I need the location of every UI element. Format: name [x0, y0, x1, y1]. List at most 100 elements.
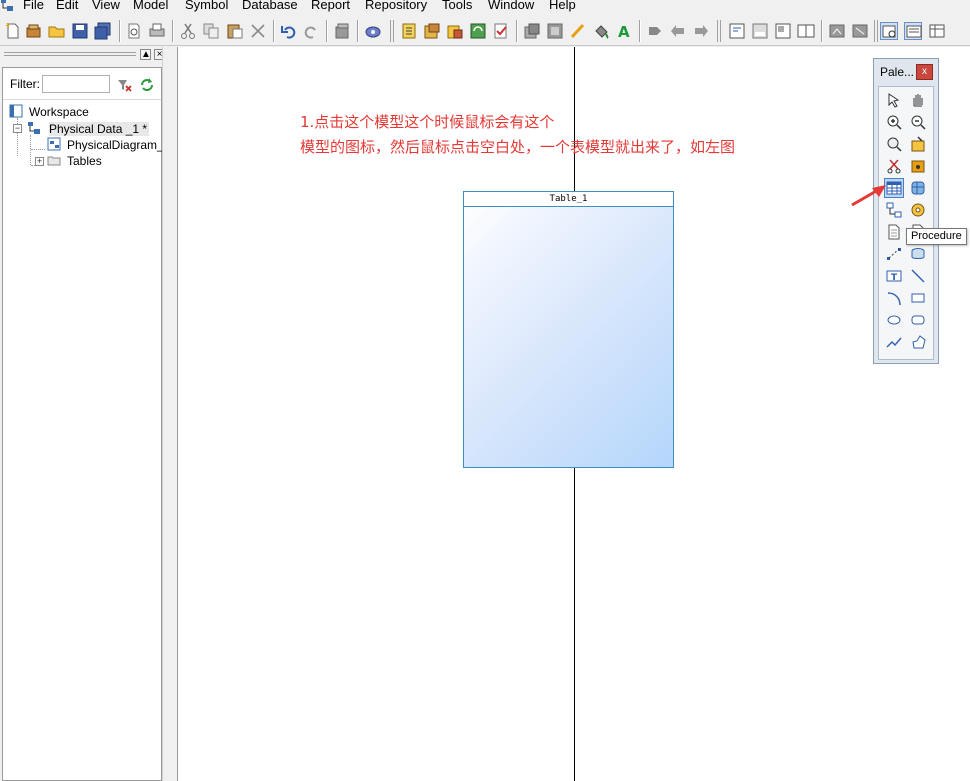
- menu-report[interactable]: Report: [311, 0, 350, 14]
- grabber-icon[interactable]: [908, 90, 928, 110]
- diagram-icon: [47, 137, 61, 151]
- menu-repository[interactable]: Repository: [365, 0, 427, 14]
- send-to-back-icon[interactable]: [546, 22, 564, 40]
- menu-help[interactable]: Help: [549, 0, 576, 14]
- package-icon[interactable]: [908, 156, 928, 176]
- font-icon[interactable]: A: [615, 22, 633, 40]
- text-tool-icon[interactable]: T: [884, 266, 904, 286]
- properties-icon[interactable]: [333, 22, 351, 40]
- new-project-icon[interactable]: [25, 22, 43, 40]
- menu-window[interactable]: Window: [488, 0, 534, 14]
- menu-tools[interactable]: Tools: [442, 0, 472, 14]
- browser-toggle-icon[interactable]: [904, 22, 922, 40]
- zoom-fit-icon[interactable]: [851, 22, 869, 40]
- object-browser-panel: ▲ × Filter: Workspace − Physical Data _1…: [0, 47, 170, 781]
- palette-close-button[interactable]: x: [916, 64, 933, 80]
- save-all-icon[interactable]: [94, 22, 112, 40]
- line-color-icon[interactable]: [569, 22, 587, 40]
- menu-edit[interactable]: Edit: [56, 0, 78, 14]
- forward-icon[interactable]: [692, 22, 710, 40]
- palette-tools: T: [878, 86, 934, 360]
- cut-icon[interactable]: [179, 22, 197, 40]
- output-toggle-icon[interactable]: [928, 22, 946, 40]
- menu-model[interactable]: Model: [133, 0, 168, 14]
- print-icon[interactable]: [148, 22, 166, 40]
- save-icon[interactable]: [71, 22, 89, 40]
- collapse-model-icon[interactable]: −: [13, 124, 22, 133]
- clear-filter-icon[interactable]: [116, 77, 132, 93]
- arc-tool-icon[interactable]: [884, 288, 904, 308]
- undo-icon[interactable]: [280, 22, 298, 40]
- back-icon[interactable]: [669, 22, 687, 40]
- toolbar: A: [0, 14, 970, 46]
- diagram-canvas[interactable]: 1.点击这个模型这个时候鼠标会有这个 模型的图标，然后鼠标点击空白处，一个表模型…: [178, 47, 970, 781]
- link-tool-icon[interactable]: [884, 244, 904, 264]
- physical-model-icon: [28, 122, 40, 134]
- view-tool-icon[interactable]: [908, 178, 928, 198]
- properties-tool-icon[interactable]: [908, 134, 928, 154]
- tree-item-physical-data[interactable]: Physical Data _1 *: [49, 122, 150, 136]
- expand-tables-icon[interactable]: +: [35, 157, 44, 166]
- polygon-tool-icon[interactable]: [908, 332, 928, 352]
- browser-view-icon[interactable]: [728, 22, 746, 40]
- rounded-rectangle-tool-icon[interactable]: [908, 310, 928, 330]
- powerdesigner-window: File Edit View Model Symbol Database Rep…: [0, 0, 970, 781]
- check-model-icon[interactable]: [364, 22, 382, 40]
- tree-item-workspace[interactable]: Workspace: [29, 105, 89, 119]
- storage-tool-icon[interactable]: [908, 244, 928, 264]
- rectangle-tool-icon[interactable]: [908, 288, 928, 308]
- zoom-out-icon[interactable]: [908, 112, 928, 132]
- refresh-icon[interactable]: [139, 77, 155, 93]
- redo-icon[interactable]: [302, 22, 320, 40]
- zoom-in-icon[interactable]: [884, 112, 904, 132]
- menu-bar: File Edit View Model Symbol Database Rep…: [0, 0, 970, 14]
- pointer-icon[interactable]: [884, 90, 904, 110]
- delete-tool-icon[interactable]: [884, 156, 904, 176]
- toolbox-toggle-icon[interactable]: [880, 22, 898, 40]
- tree-item-diagram[interactable]: PhysicalDiagram_1: [67, 138, 170, 152]
- paste-icon[interactable]: [226, 22, 244, 40]
- annotation-line-2: 模型的图标，然后鼠标点击空白处，一个表模型就出来了，如左图: [300, 138, 736, 156]
- object-browser: Filter: Workspace − Physical Data _1 * P…: [2, 67, 170, 781]
- zoom-page-icon[interactable]: [828, 22, 846, 40]
- tile-view-icon[interactable]: [797, 22, 815, 40]
- line-tool-icon[interactable]: [908, 266, 928, 286]
- procedure-tool-icon[interactable]: [908, 200, 928, 220]
- open-package-icon[interactable]: [884, 134, 904, 154]
- table-symbol[interactable]: Table_1: [463, 191, 674, 468]
- menu-symbol[interactable]: Symbol: [185, 0, 228, 14]
- palette-title: Pale...: [880, 65, 915, 79]
- filter-input[interactable]: [42, 75, 110, 93]
- red-arrow-annotation: [851, 185, 886, 207]
- result-view-icon[interactable]: [774, 22, 792, 40]
- panel-grip[interactable]: [4, 52, 136, 56]
- output-view-icon[interactable]: [751, 22, 769, 40]
- copy-icon[interactable]: [202, 22, 220, 40]
- open-icon[interactable]: [48, 22, 66, 40]
- menu-view[interactable]: View: [92, 0, 120, 14]
- fill-color-icon[interactable]: [592, 22, 610, 40]
- generate-icon[interactable]: [400, 22, 418, 40]
- database-icon[interactable]: [446, 22, 464, 40]
- new-icon[interactable]: [4, 22, 22, 40]
- menu-file[interactable]: File: [23, 0, 44, 14]
- polyline-tool-icon[interactable]: [884, 332, 904, 352]
- procedure-tooltip: Procedure: [906, 228, 967, 245]
- svg-text:A: A: [618, 23, 630, 40]
- panel-splitter[interactable]: [162, 47, 178, 781]
- apply-changes-icon[interactable]: [492, 22, 510, 40]
- bring-to-front-icon[interactable]: [523, 22, 541, 40]
- update-model-icon[interactable]: [469, 22, 487, 40]
- model-tree: Workspace − Physical Data _1 * PhysicalD…: [3, 99, 170, 779]
- reverse-engineer-icon[interactable]: [423, 22, 441, 40]
- menu-database[interactable]: Database: [242, 0, 298, 14]
- navigate-icon[interactable]: [646, 22, 664, 40]
- delete-icon[interactable]: [249, 22, 267, 40]
- print-preview-icon[interactable]: [125, 22, 143, 40]
- table-name: Table_1: [464, 192, 673, 207]
- tree-item-tables[interactable]: Tables: [67, 154, 102, 168]
- file-tool-icon[interactable]: [884, 222, 904, 242]
- annotation-line-1: 1.点击这个模型这个时候鼠标会有这个: [300, 113, 555, 131]
- ellipse-tool-icon[interactable]: [884, 310, 904, 330]
- panel-float-icon[interactable]: ▲: [140, 49, 151, 60]
